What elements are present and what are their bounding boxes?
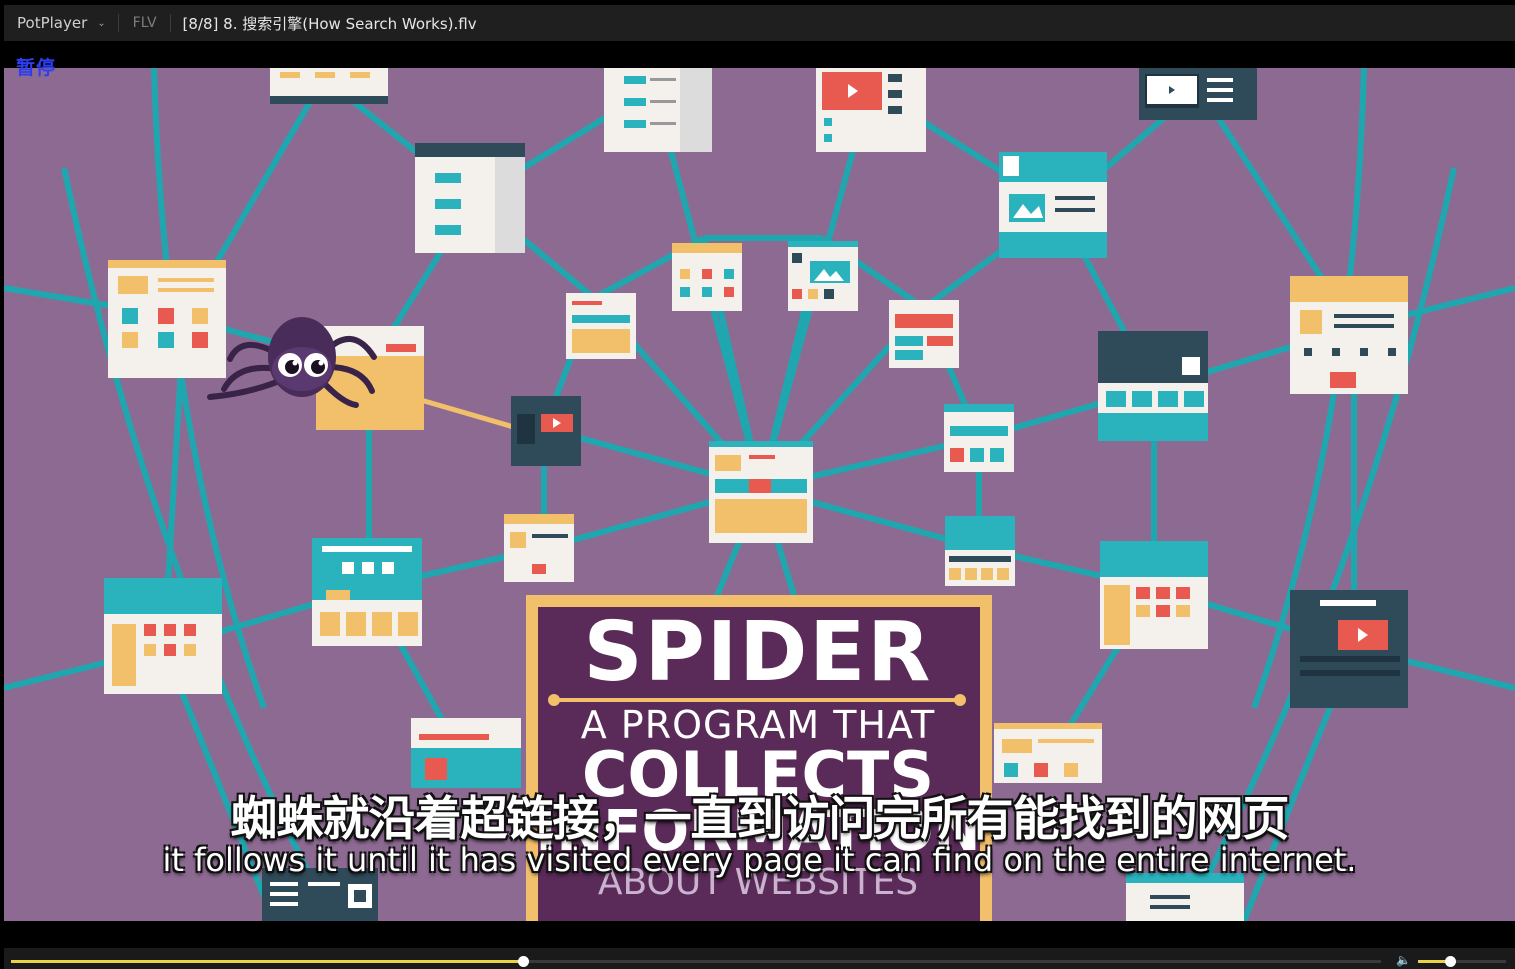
format-label: FLV [132, 15, 157, 31]
pause-status-osd: 暂停 [16, 57, 57, 79]
seek-bar[interactable] [11, 956, 1381, 967]
control-bar: 🔈 [4, 948, 1515, 969]
volume-handle[interactable] [1444, 956, 1456, 967]
file-title: [8/8] 8. 搜索引擎(How Search Works).flv [182, 14, 477, 33]
volume-icon[interactable]: 🔈 [1396, 953, 1412, 967]
volume-slider[interactable] [1418, 956, 1506, 967]
chevron-down-icon: ⌄ [97, 17, 106, 29]
seek-handle[interactable] [518, 956, 530, 967]
subtitle-chinese: 蜘蛛就沿着超链接，一直到访问完所有能找到的网页 [230, 792, 1290, 847]
seek-progress [11, 960, 524, 963]
video-frame[interactable]: SPIDER A PROGRAM THAT COLLECTS INFORMATI… [4, 68, 1515, 921]
svg-text:SPIDER: SPIDER [584, 605, 933, 700]
app-name: PotPlayer [17, 14, 88, 32]
subtitle-english: it follows it until it has visited every… [162, 841, 1357, 879]
app-menu-button[interactable]: PotPlayer ⌄ [4, 5, 118, 41]
title-bar: PotPlayer ⌄ FLV [8/8] 8. 搜索引擎(How Search… [4, 5, 1515, 41]
